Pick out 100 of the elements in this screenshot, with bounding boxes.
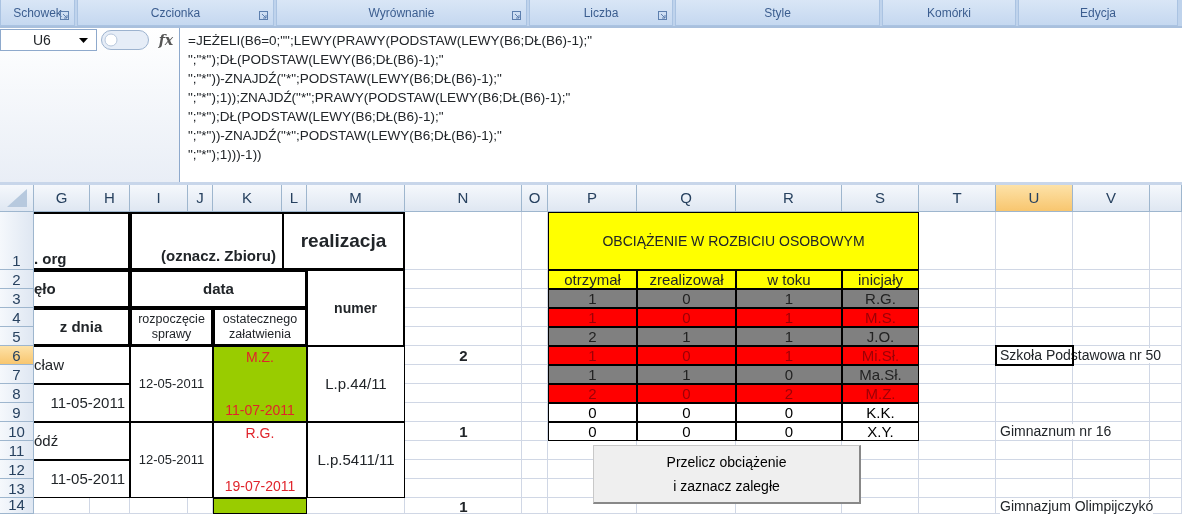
table-cell: 0 [637,403,736,422]
row-header[interactable]: 8 [0,384,34,403]
table-cell: 1 [736,289,842,308]
table-cell: cław [34,346,130,384]
table-cell: 0 [548,422,637,441]
dropdown-caret-icon[interactable] [79,38,88,43]
row-header[interactable]: 4 [0,308,34,327]
column-header[interactable]: H [90,185,130,212]
recalculate-button[interactable]: Przelicz obciążenie i zaznacz zaległe [593,445,861,504]
dialog-launcher-icon[interactable] [60,11,69,20]
table-cell: 2 [548,327,637,346]
insert-function-button[interactable]: fx [158,29,173,51]
table-cell: 1 [736,308,842,327]
collapse-handle-icon[interactable] [101,30,149,50]
count-cell: 1 [459,424,468,439]
table-cell: 0 [637,346,736,365]
table-cell: 0 [637,308,736,327]
row-header[interactable]: 7 [0,365,34,384]
dialog-launcher-icon[interactable] [658,11,667,20]
table-header: ęło [34,270,130,308]
grid-cell [1150,441,1182,460]
name-box[interactable]: U6 [0,29,97,51]
column-header[interactable]: N [405,185,522,212]
table-cell: 2 [548,384,637,403]
grid-cell [1150,460,1182,479]
table-cell: 1 [548,365,637,384]
table-cell: L.p.44/11 [307,346,405,422]
grid-cell [1150,327,1182,346]
ribbon-group-label: Wyrównanie [276,0,527,26]
grid-cell [1150,289,1182,308]
row-header[interactable]: 6 [0,346,34,365]
completion-date: 19-07-2011 [224,478,296,495]
column-header[interactable]: G [34,185,90,212]
ribbon-group-label: Liczba [529,0,673,26]
table-cell: 11-05-2011 [34,384,130,422]
table-cell: 1 [548,308,637,327]
column-heading: otrzymał [548,270,637,289]
row-header[interactable]: 10 [0,422,34,441]
column-header[interactable]: V [1073,185,1150,212]
row-header[interactable]: 12 [0,460,34,479]
completion-date: 11-07-2011 [225,402,295,419]
column-heading: zrealizował [637,270,736,289]
grid-cell [1150,270,1182,289]
count-cell: 2 [459,348,468,363]
table-cell: 12-05-2011 [130,346,213,422]
column-header[interactable]: K [213,185,282,212]
select-all-icon[interactable] [6,189,27,207]
row-header[interactable]: 14 [0,498,34,514]
assignee-initials: R.G. [245,425,275,442]
table-cell: M.Z. [842,384,919,403]
ribbon-group-label: Style [675,0,880,26]
table-cell: 0 [736,403,842,422]
column-heading: inicjały [842,270,919,289]
column-header[interactable]: I [130,185,188,212]
column-header[interactable] [1150,185,1182,212]
table-cell: K.K. [842,403,919,422]
table-cell: Mi.Sł. [842,346,919,365]
count-cell: 1 [459,498,468,514]
column-header[interactable]: Q [637,185,736,212]
column-header[interactable]: R [736,185,842,212]
table-cell: R.G. [842,289,919,308]
grid-cell [1150,479,1182,498]
school-name: Gimnaznum nr 16 [1000,424,1112,439]
table-header: numer [307,270,405,346]
table-cell: 0 [637,289,736,308]
column-header[interactable]: L [282,185,307,212]
grid-cell [522,498,548,514]
ribbon-group-label: Komórki [882,0,1016,26]
row-header[interactable]: 9 [0,403,34,422]
table-cell: M.S. [842,308,919,327]
dialog-launcher-icon[interactable] [512,11,521,20]
column-header[interactable]: O [522,185,548,212]
table-cell: 1 [736,346,842,365]
table-header: realizacja [282,212,405,270]
table-cell: J.O. [842,327,919,346]
column-header[interactable]: S [842,185,919,212]
grid-cell [522,441,548,460]
column-header[interactable]: T [919,185,996,212]
column-header[interactable]: P [548,185,637,212]
table-cell: 0 [637,422,736,441]
ribbon-group-label: Schowek [0,0,75,26]
row-header[interactable]: 5 [0,327,34,346]
row-header[interactable]: 3 [0,289,34,308]
ribbon-group-label: Edycja [1018,0,1178,26]
grid-cell [1150,212,1182,270]
table-cell: L.p.5411/11 [307,422,405,498]
column-header[interactable]: M [307,185,405,212]
column-header[interactable]: J [188,185,213,212]
row-header[interactable]: 1 [0,212,34,270]
column-header[interactable]: U [996,185,1073,212]
table-cell: 1 [637,327,736,346]
school-name: Gimnazjum Olimpijczykó [1000,498,1154,514]
row-header[interactable]: 13 [0,479,34,498]
dialog-launcher-icon[interactable] [259,11,268,20]
grid-cell [1150,365,1182,384]
table-cell: 0 [736,365,842,384]
row-header[interactable]: 2 [0,270,34,289]
table-header: ostatecznego załatwienia [213,308,307,346]
row-header[interactable]: 11 [0,441,34,460]
table-cell: 1 [548,346,637,365]
